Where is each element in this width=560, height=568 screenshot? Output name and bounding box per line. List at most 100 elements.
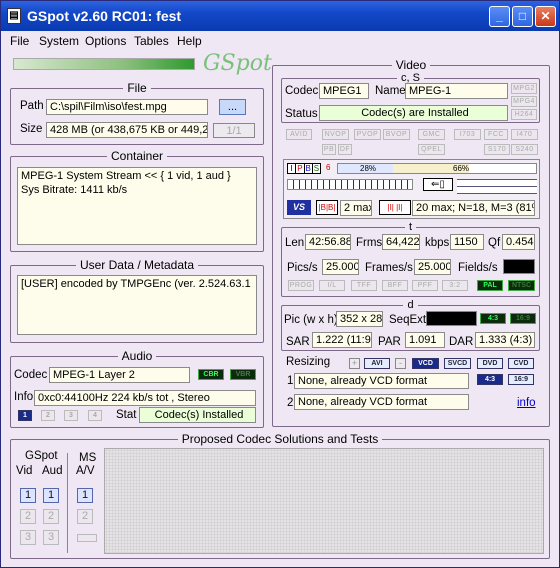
container-legend: Container bbox=[106, 149, 168, 163]
vid-test-2[interactable]: 2 bbox=[20, 509, 36, 524]
audio-stat-field: Codec(s) Installed bbox=[139, 407, 256, 423]
aud-test-1[interactable]: 1 bbox=[43, 488, 59, 503]
main-window: ▤ GSpot v2.60 RC01: fest _ □ ✕ File Syst… bbox=[0, 0, 560, 568]
gop-max-field: 2 max bbox=[340, 200, 372, 216]
menu-system[interactable]: System bbox=[39, 34, 79, 48]
b-frame-pct: 28% bbox=[360, 164, 377, 173]
resize-plus-button[interactable]: + bbox=[349, 358, 360, 369]
seqext-label: SeqExt bbox=[389, 314, 427, 326]
av-test-2[interactable]: 2 bbox=[77, 509, 93, 524]
aud-label: Aud bbox=[42, 465, 63, 477]
path-label: Path bbox=[20, 100, 44, 112]
resize-ar-169[interactable]: 16:9 bbox=[508, 374, 534, 385]
resize-row-2-field: None, already VCD format bbox=[294, 394, 469, 410]
kbps-label: kbps bbox=[425, 237, 450, 249]
qf-label: Qf bbox=[488, 237, 501, 249]
audio-stream-2[interactable]: 2 bbox=[41, 410, 55, 421]
resize-svcd-button[interactable]: SVCD bbox=[444, 358, 471, 369]
proposed-results-pane[interactable] bbox=[104, 448, 544, 554]
video-name-label: Name bbox=[375, 85, 406, 97]
frms-field: 64,422 bbox=[382, 234, 420, 250]
aud-test-3[interactable]: 3 bbox=[43, 530, 59, 545]
file-legend: File bbox=[123, 81, 151, 95]
dar-label: DAR bbox=[449, 336, 474, 348]
resize-row-1-field: None, already VCD format bbox=[294, 373, 469, 389]
resize-vcd-button[interactable]: VCD bbox=[412, 358, 439, 369]
ms-label: MS bbox=[79, 452, 97, 464]
flag-gmc: GMC bbox=[418, 129, 445, 140]
gop-tick-strip bbox=[287, 179, 413, 190]
frame-type-s: S bbox=[313, 164, 320, 173]
container-line-2: Sys Bitrate: 1411 kb/s bbox=[21, 184, 128, 196]
video-name-field: MPEG-1 bbox=[405, 83, 508, 99]
b-frame-bar: 28% 66% bbox=[337, 163, 537, 174]
menu-file[interactable]: File bbox=[10, 34, 29, 48]
aud-test-2[interactable]: 2 bbox=[43, 509, 59, 524]
pic-field: 352 x 288 bbox=[336, 311, 383, 327]
badge-mpg4: MPG4 bbox=[511, 96, 537, 107]
flag-i470: I470 bbox=[511, 129, 538, 140]
minimize-button[interactable]: _ bbox=[489, 6, 510, 27]
len-label: Len bbox=[285, 237, 305, 249]
flag-avid: AVID bbox=[286, 129, 312, 140]
seqext-field bbox=[426, 311, 477, 326]
browse-button[interactable]: ... bbox=[219, 99, 246, 115]
gop-lines bbox=[457, 179, 537, 194]
title-bar[interactable]: ▤ GSpot v2.60 RC01: fest _ □ ✕ bbox=[1, 1, 559, 31]
gop-bracket-1: |B|B| bbox=[316, 200, 338, 215]
close-button[interactable]: ✕ bbox=[535, 6, 556, 27]
resize-dvd-button[interactable]: DVD bbox=[477, 358, 503, 369]
av-test-3-slot bbox=[77, 534, 97, 542]
gop-bracket-2: |I| |I| bbox=[379, 200, 411, 215]
pal-indicator: PAL bbox=[477, 280, 503, 291]
vid-label: Vid bbox=[16, 465, 33, 477]
audio-stream-4[interactable]: 4 bbox=[88, 410, 102, 421]
ar-169-indicator: 16:9 bbox=[510, 313, 536, 324]
pic-label: Pic (w x h) bbox=[284, 314, 338, 326]
resize-ar-43[interactable]: 4:3 bbox=[477, 374, 503, 385]
page-indicator: 1/1 bbox=[213, 123, 255, 138]
info-link[interactable]: info bbox=[517, 397, 536, 409]
menu-tables[interactable]: Tables bbox=[134, 34, 169, 48]
pics-label: Pics/s bbox=[287, 262, 318, 274]
sar-field: 1.222 (11:9) bbox=[312, 332, 372, 348]
flag-32: 3:2 bbox=[442, 280, 468, 291]
audio-stat-label: Stat bbox=[116, 409, 137, 421]
av-test-1[interactable]: 1 bbox=[77, 488, 93, 503]
vid-test-1[interactable]: 1 bbox=[20, 488, 36, 503]
menu-bar: File System Options Tables Help bbox=[1, 31, 559, 51]
qf-field: 0.454 bbox=[502, 234, 535, 250]
video-status-field: Codec(s) are Installed bbox=[319, 105, 508, 121]
frame-type-b: B bbox=[305, 164, 313, 173]
cbr-indicator: CBR bbox=[198, 369, 224, 380]
resizing-label: Resizing bbox=[286, 356, 331, 368]
flag-df: DF bbox=[338, 144, 352, 155]
resize-cvd-button[interactable]: CVD bbox=[508, 358, 534, 369]
vs-logo-icon[interactable]: VS bbox=[287, 200, 311, 215]
flag-pvop: PVOP bbox=[354, 129, 381, 140]
frms-label: Frms bbox=[356, 237, 383, 249]
badge-mpg2: MPG2 bbox=[511, 83, 537, 94]
audio-stream-3[interactable]: 3 bbox=[64, 410, 78, 421]
proposed-divider bbox=[67, 453, 68, 553]
gop-arrow-icon: ⇐▯ bbox=[423, 178, 453, 191]
frame-type-i: I bbox=[288, 164, 297, 173]
audio-stream-1[interactable]: 1 bbox=[18, 410, 32, 421]
container-textbox[interactable]: MPEG-1 System Stream << { 1 vid, 1 aud }… bbox=[17, 167, 257, 245]
frames-field: 25.000 bbox=[414, 259, 451, 275]
resize-minus-button[interactable]: - bbox=[395, 358, 406, 369]
pics-field: 25.000 bbox=[322, 259, 359, 275]
path-field[interactable]: C:\spil\Film\iso\fest.mpg bbox=[46, 99, 208, 115]
t-legend: t bbox=[404, 221, 417, 233]
proposed-legend: Proposed Codec Solutions and Tests bbox=[177, 432, 383, 446]
menu-help[interactable]: Help bbox=[177, 34, 202, 48]
vid-test-3[interactable]: 3 bbox=[20, 530, 36, 545]
metadata-textbox[interactable]: [USER] encoded by TMPGEnc (ver. 2.524.63… bbox=[17, 275, 257, 335]
menu-options[interactable]: Options bbox=[85, 34, 126, 48]
video-codec-label: Codec bbox=[285, 85, 319, 97]
maximize-button[interactable]: □ bbox=[512, 6, 533, 27]
par-label: PAR bbox=[378, 336, 401, 348]
flag-prog: PROG bbox=[288, 280, 314, 291]
flag-tff: TFF bbox=[351, 280, 377, 291]
resize-avi-button[interactable]: AVI bbox=[364, 358, 390, 369]
